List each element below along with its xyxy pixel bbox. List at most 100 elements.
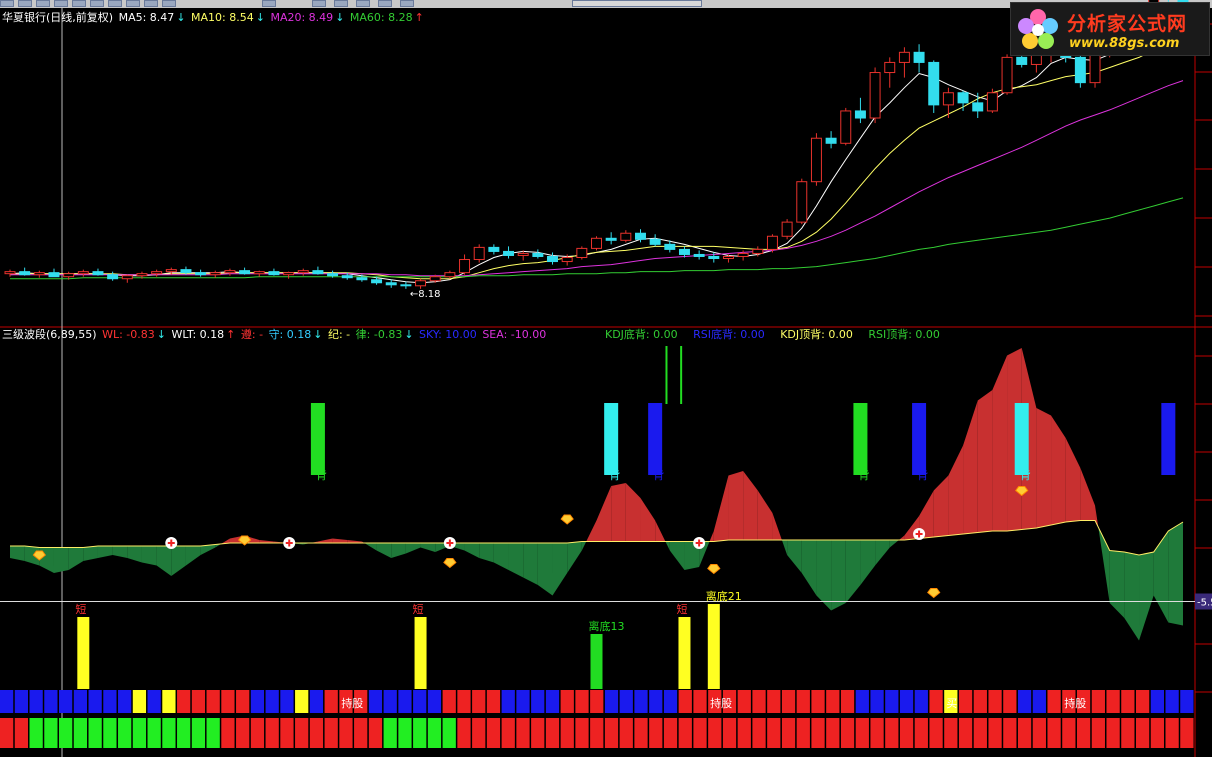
candle-down [503, 250, 515, 256]
status-cell [0, 690, 14, 713]
status-cell [1032, 690, 1046, 713]
trend-cell [339, 718, 353, 748]
trend-cell [472, 718, 486, 748]
trend-cell [383, 718, 397, 748]
status-cell [531, 690, 545, 713]
trend-cell [442, 718, 456, 748]
divergence-label: 背 [917, 468, 928, 482]
rsi-bottom-div-label: RSI底背: 0.00 [693, 328, 765, 341]
candle-up [1001, 56, 1013, 94]
wave-area [127, 546, 142, 563]
status-cell [383, 690, 397, 713]
trend-cell [309, 718, 324, 748]
candle-up [898, 51, 910, 63]
status-cell [649, 690, 663, 713]
trend-cell [486, 718, 501, 748]
status-cell [619, 690, 633, 713]
candle-up [517, 252, 529, 256]
status-cell [796, 690, 810, 713]
candle-down [356, 277, 368, 281]
candle-down [107, 274, 119, 280]
indicator-name: 三级波段(6,89,55) [2, 328, 97, 341]
trend-cell [413, 718, 427, 748]
wave-area [772, 513, 782, 540]
candle-up [869, 72, 881, 119]
trend-cell [899, 718, 914, 748]
chart-title: 华夏银行(日线,前复权) [2, 11, 114, 24]
trend-cell [811, 718, 825, 748]
candle-down [239, 270, 251, 275]
status-cell [501, 690, 515, 713]
candle-up [796, 181, 808, 223]
trend-cell [914, 718, 928, 748]
trend-cell [73, 718, 88, 748]
status-label: 持股 [710, 696, 732, 710]
trend-cell [545, 718, 560, 748]
wave-area [875, 540, 890, 566]
status-cell [44, 690, 58, 713]
candle-down [649, 238, 661, 245]
wave-area [332, 538, 348, 543]
status-cell [295, 690, 309, 713]
wave-area [611, 483, 626, 542]
trend-cell [29, 718, 43, 748]
status-cell [516, 690, 530, 713]
wave-area [1153, 531, 1169, 623]
wave-area [97, 546, 113, 558]
candle-up [737, 252, 749, 257]
trend-cell [1165, 718, 1179, 748]
wl-label: WL: -0.83 [102, 328, 155, 341]
candle-up [781, 221, 793, 237]
ma60-label: MA60: 8.28 [349, 11, 413, 24]
candle-down [547, 255, 558, 263]
candle-up [884, 61, 896, 74]
trend-cell [826, 718, 840, 748]
trend-cell [722, 718, 737, 748]
trend-cell [295, 718, 309, 748]
status-cell [442, 690, 456, 713]
status-cell [634, 690, 648, 713]
status-cell [545, 690, 560, 713]
trend-cell [516, 718, 530, 748]
trend-cell [177, 718, 191, 748]
status-cell [840, 690, 855, 713]
candle-down [488, 246, 500, 252]
trend-cell [1076, 718, 1091, 748]
wave-area [1124, 552, 1140, 641]
status-cell [1047, 690, 1061, 713]
candle-down [854, 110, 866, 119]
logo-url: www.88gs.com [1069, 36, 1180, 51]
status-cell [914, 690, 928, 713]
trend-cell [398, 718, 412, 748]
signal-bar [590, 634, 603, 689]
trend-cell [988, 718, 1002, 748]
status-cell [118, 690, 132, 713]
wave-area [757, 490, 773, 540]
candle-down [708, 255, 720, 260]
status-cell [191, 690, 206, 713]
wave-area [1065, 438, 1081, 522]
status-cell [280, 690, 294, 713]
status-label: 持股 [341, 696, 363, 710]
low-price-label: ←8.18 [410, 289, 441, 300]
candle-up [33, 272, 45, 276]
status-cell [486, 690, 501, 713]
gem-icon [560, 514, 574, 525]
trend-cell [324, 718, 338, 748]
candle-up [415, 280, 427, 287]
candle-up [165, 269, 177, 273]
candle-up [766, 235, 778, 250]
status-cell [103, 690, 117, 713]
down-arrow-icon: ↓ [176, 11, 186, 24]
candle-up [620, 232, 632, 241]
trend-cell [236, 718, 250, 748]
candle-up [591, 237, 602, 249]
ma20-label: MA20: 8.49 [270, 11, 334, 24]
divergence-bar [310, 403, 325, 475]
wave-area [948, 445, 964, 536]
status-cell [870, 690, 884, 713]
wave-area [141, 546, 157, 566]
trend-cell [634, 718, 648, 748]
ji-label: 纪: - [327, 328, 351, 341]
wave-area [1036, 408, 1052, 528]
